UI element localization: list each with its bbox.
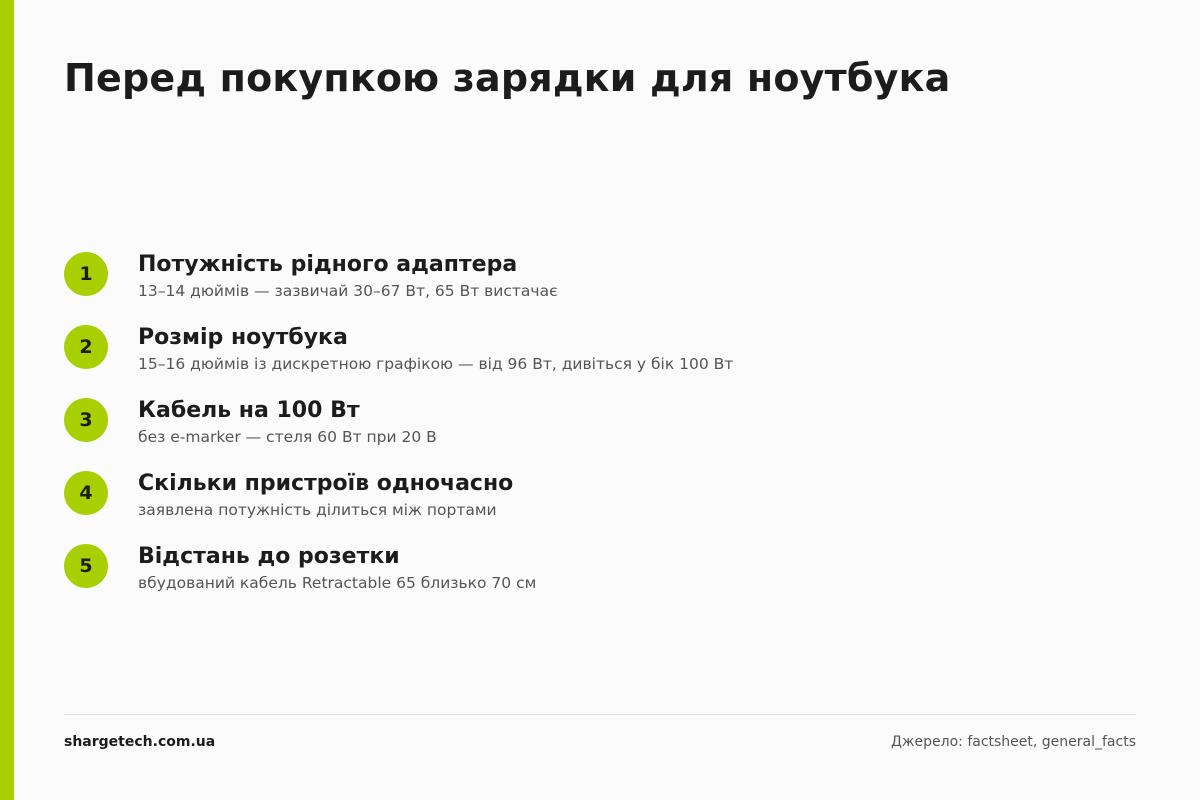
page-title: Перед покупкою зарядки для ноутбука bbox=[64, 56, 951, 100]
footer-site-name: shargetech.com.ua bbox=[64, 734, 216, 750]
checklist-item: 4 Скільки пристроїв одночасно заявлена п… bbox=[64, 469, 1136, 542]
accent-bar bbox=[0, 0, 14, 800]
step-description: заявлена потужність ділиться між портами bbox=[138, 501, 497, 519]
step-text: Скільки пристроїв одночасно заявлена пот… bbox=[138, 469, 513, 521]
step-number-badge: 5 bbox=[64, 544, 108, 588]
checklist-item: 3 Кабель на 100 Вт без e-marker — стеля … bbox=[64, 396, 1136, 469]
step-description: вбудований кабель Retractable 65 близько… bbox=[138, 574, 537, 592]
footer-divider bbox=[64, 714, 1136, 715]
step-description: без e-marker — стеля 60 Вт при 20 В bbox=[138, 428, 437, 446]
step-title: Кабель на 100 Вт bbox=[138, 398, 360, 423]
step-text: Розмір ноутбука 15–16 дюймів із дискретн… bbox=[138, 323, 733, 375]
step-number-badge: 4 bbox=[64, 471, 108, 515]
step-description: 15–16 дюймів із дискретною графікою — ві… bbox=[138, 355, 734, 373]
step-description: 13–14 дюймів — зазвичай 30–67 Вт, 65 Вт … bbox=[138, 282, 558, 300]
step-title: Розмір ноутбука bbox=[138, 325, 348, 350]
step-text: Потужність рідного адаптера 13–14 дюймів… bbox=[138, 250, 558, 302]
step-title: Відстань до розетки bbox=[138, 544, 400, 569]
step-text: Кабель на 100 Вт без e-marker — стеля 60… bbox=[138, 396, 437, 448]
checklist: 1 Потужність рідного адаптера 13–14 дюйм… bbox=[64, 250, 1136, 615]
step-text: Відстань до розетки вбудований кабель Re… bbox=[138, 542, 536, 594]
step-number-badge: 3 bbox=[64, 398, 108, 442]
checklist-item: 5 Відстань до розетки вбудований кабель … bbox=[64, 542, 1136, 615]
step-title: Скільки пристроїв одночасно bbox=[138, 471, 514, 496]
step-number-badge: 2 bbox=[64, 325, 108, 369]
step-title: Потужність рідного адаптера bbox=[138, 252, 518, 277]
checklist-item: 1 Потужність рідного адаптера 13–14 дюйм… bbox=[64, 250, 1136, 323]
checklist-item: 2 Розмір ноутбука 15–16 дюймів із дискре… bbox=[64, 323, 1136, 396]
footer-source-note: Джерело: factsheet, general_facts bbox=[890, 734, 1136, 750]
step-number-badge: 1 bbox=[64, 252, 108, 296]
